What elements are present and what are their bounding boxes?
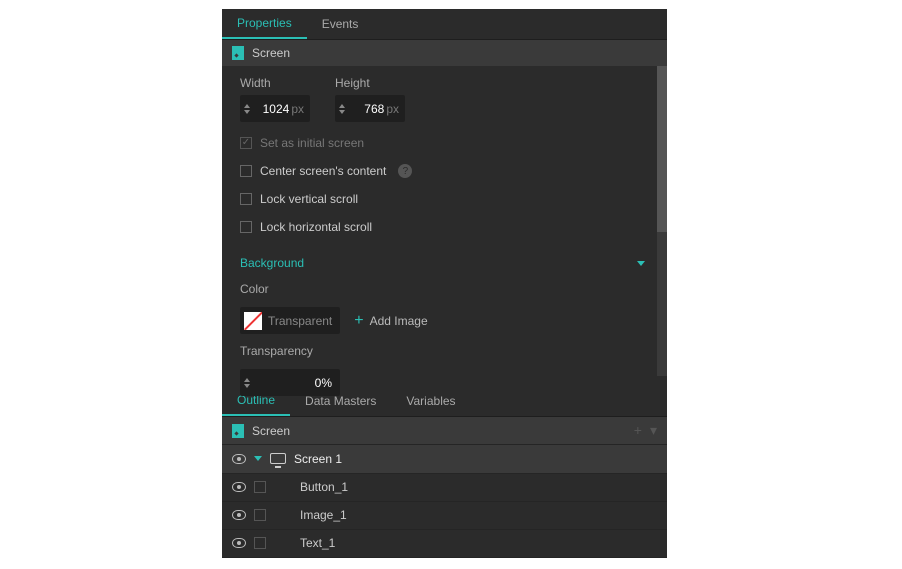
width-label: Width (240, 76, 310, 90)
properties-tabbar: Properties Events (222, 9, 667, 40)
background-title: Background (240, 256, 304, 270)
selection-header: Screen (222, 40, 667, 66)
outline-item-label: Button_1 (300, 480, 348, 494)
properties-scrollbar[interactable] (657, 66, 667, 376)
chevron-down-icon (244, 110, 250, 114)
visibility-toggle[interactable] (232, 538, 246, 548)
height-unit: px (386, 102, 399, 116)
lock-vertical-label: Lock vertical scroll (260, 192, 358, 206)
selection-label: Screen (252, 46, 290, 60)
color-label: Color (240, 282, 649, 296)
outline-root-label: Screen (252, 424, 290, 438)
outline-item-screen1[interactable]: Screen 1 (222, 445, 667, 473)
height-input[interactable]: 768 px (335, 95, 405, 122)
chevron-down-icon (339, 110, 345, 114)
chevron-up-icon (244, 378, 250, 382)
set-initial-checkbox[interactable] (240, 137, 252, 149)
set-initial-label: Set as initial screen (260, 136, 364, 150)
help-icon[interactable]: ? (398, 164, 412, 178)
add-image-button[interactable]: + Add Image (354, 312, 427, 330)
width-input[interactable]: 1024 px (240, 95, 310, 122)
visibility-toggle[interactable] (232, 482, 246, 492)
chevron-up-icon (339, 104, 345, 108)
outline-item-text1[interactable]: Text_1 (222, 530, 667, 558)
transparency-input[interactable]: 0% (240, 369, 340, 396)
tab-events[interactable]: Events (307, 9, 374, 39)
screen-file-icon (232, 46, 244, 60)
transparent-swatch-icon (244, 312, 262, 330)
transparency-label: Transparency (240, 344, 649, 358)
lock-vertical-checkbox[interactable] (240, 193, 252, 205)
remove-screen-button[interactable]: ▾ (650, 422, 657, 439)
selection-checkbox[interactable] (254, 537, 266, 549)
width-stepper[interactable] (244, 104, 250, 114)
transparency-value: 0% (255, 376, 332, 390)
plus-icon: + (354, 312, 363, 330)
properties-body: Width 1024 px Height 768 (222, 66, 667, 376)
height-label: Height (335, 76, 405, 90)
center-content-checkbox[interactable] (240, 165, 252, 177)
height-stepper[interactable] (339, 104, 345, 114)
tab-properties[interactable]: Properties (222, 9, 307, 39)
height-value: 768 (350, 102, 384, 116)
outline-item-label: Screen 1 (294, 452, 342, 466)
center-content-label: Center screen's content (260, 164, 386, 178)
background-section-header[interactable]: Background (240, 248, 649, 278)
screen-file-icon (232, 424, 244, 438)
inspector-panel: Properties Events Screen Width 1024 px (222, 9, 667, 558)
width-unit: px (291, 102, 304, 116)
visibility-toggle[interactable] (232, 454, 246, 464)
selection-checkbox[interactable] (254, 481, 266, 493)
outline-item-label: Text_1 (300, 536, 335, 550)
add-screen-button[interactable]: + (634, 422, 642, 439)
outline-header-row: Screen + ▾ (222, 417, 667, 445)
selection-checkbox[interactable] (254, 509, 266, 521)
chevron-down-icon (637, 261, 645, 266)
lock-horizontal-label: Lock horizontal scroll (260, 220, 372, 234)
transparency-stepper[interactable] (244, 378, 250, 388)
outline-item-image1[interactable]: Image_1 (222, 502, 667, 530)
add-image-label: Add Image (370, 314, 428, 328)
screen-icon (270, 453, 286, 464)
outline-item-button1[interactable]: Button_1 (222, 474, 667, 502)
lock-horizontal-checkbox[interactable] (240, 221, 252, 233)
outline-item-label: Image_1 (300, 508, 347, 522)
color-value: Transparent (268, 314, 332, 328)
color-picker[interactable]: Transparent (240, 307, 340, 334)
chevron-up-icon (244, 104, 250, 108)
chevron-down-icon (244, 384, 250, 388)
visibility-toggle[interactable] (232, 510, 246, 520)
width-value: 1024 (255, 102, 289, 116)
expand-toggle-icon[interactable] (254, 456, 262, 461)
scroll-thumb[interactable] (657, 66, 667, 232)
